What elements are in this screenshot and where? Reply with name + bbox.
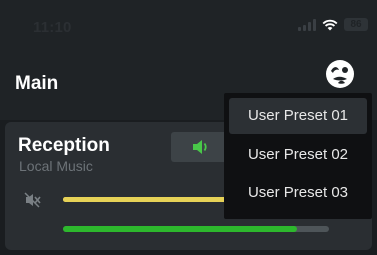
signal-icon bbox=[298, 18, 316, 31]
wifi-icon bbox=[322, 19, 338, 31]
preset-item-03[interactable]: User Preset 03 bbox=[229, 175, 367, 211]
speaker-icon bbox=[193, 140, 207, 154]
logo-button[interactable] bbox=[323, 58, 357, 90]
speaker-button[interactable] bbox=[171, 132, 231, 162]
page-title: Main bbox=[15, 73, 59, 94]
status-icons: 86 bbox=[298, 18, 368, 31]
mute-icon[interactable] bbox=[24, 192, 42, 213]
volume-fill bbox=[63, 197, 231, 202]
zone-source: Local Music bbox=[19, 158, 93, 174]
preset-dropdown-menu: User Preset 01 User Preset 02 User Prese… bbox=[224, 93, 372, 219]
status-time: 11:10 bbox=[33, 19, 72, 36]
logo-icon bbox=[326, 60, 354, 88]
preset-item-01[interactable]: User Preset 01 bbox=[229, 98, 367, 134]
zone-name: Reception bbox=[18, 135, 110, 156]
status-bar: 11:10 86 bbox=[0, 0, 377, 58]
preset-item-02[interactable]: User Preset 02 bbox=[229, 137, 367, 173]
volume-slider[interactable] bbox=[63, 197, 231, 202]
battery-icon: 86 bbox=[344, 18, 368, 31]
signal-level-fill bbox=[63, 226, 298, 232]
signal-level-meter bbox=[63, 226, 329, 232]
